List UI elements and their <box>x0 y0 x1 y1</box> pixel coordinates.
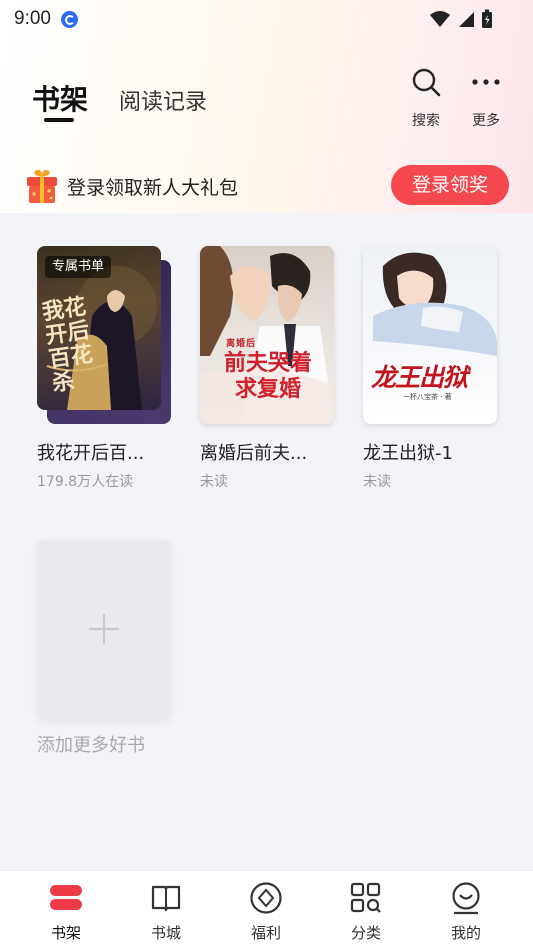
nav-label: 福利 <box>250 924 281 942</box>
nav-profile[interactable]: 我的 <box>426 881 506 943</box>
nav-label: 书架 <box>50 924 81 942</box>
book-title: 离婚后前夫... <box>200 443 308 464</box>
cover-author: 一杯八宝茶 · 著 <box>403 393 452 401</box>
search-label: 搜索 <box>412 113 440 129</box>
cover-top-text: 离婚后 <box>226 339 257 349</box>
promo-text: 登录领取新人大礼包 <box>67 177 239 199</box>
book-title: 龙王出狱-1 <box>363 443 453 464</box>
login-promo-bar[interactable]: 登录领取新人大礼包 登录领奖 <box>0 160 533 212</box>
more-icon <box>470 66 502 98</box>
tab-reading-history[interactable]: 阅读记录 <box>119 84 207 116</box>
book-cover: 我花开后百花杀 专属书单 <box>37 246 171 424</box>
add-book-card[interactable] <box>37 540 171 718</box>
nav-bookstore[interactable]: 书城 <box>126 881 206 943</box>
exclusive-booklist-tag: 专属书单 <box>45 256 112 278</box>
book-item[interactable]: 龙王出狱 一杯八宝茶 · 著 龙王出狱-1 未读 <box>363 246 497 491</box>
book-cover-image: 离婚后 前夫哭着求复婚 <box>200 246 334 424</box>
search-button[interactable]: 搜索 <box>402 66 450 132</box>
nav-welfare[interactable]: 福利 <box>226 881 306 943</box>
add-book-label[interactable]: 添加更多好书 <box>37 731 145 757</box>
book-item[interactable]: 我花开后百花杀 专属书单 我花开后百... 179.8万人在读 <box>37 246 171 491</box>
welfare-icon <box>249 881 283 915</box>
wifi-icon <box>430 11 450 27</box>
app-notification-icon <box>60 10 78 28</box>
book-open-icon <box>149 881 183 915</box>
status-time: 9:00 <box>14 8 51 29</box>
book-read-status: 未读 <box>200 474 228 490</box>
bottom-navigation: 书架 书城 福利 分类 我的 <box>0 870 533 948</box>
book-title: 我花开后百... <box>37 443 145 464</box>
book-read-status: 未读 <box>363 474 391 490</box>
book-cover-image: 龙王出狱 一杯八宝茶 · 著 <box>363 246 497 424</box>
status-icons <box>429 9 493 29</box>
nav-label: 分类 <box>350 924 381 942</box>
battery-icon <box>482 9 492 28</box>
plus-icon <box>89 614 119 644</box>
book-item[interactable]: 离婚后 前夫哭着求复婚 离婚后前夫... 未读 <box>200 246 334 491</box>
bookshelf-icon <box>49 881 83 915</box>
cover-title-art: 前夫哭着求复婚 <box>223 350 312 402</box>
signal-icon <box>459 12 474 27</box>
more-button[interactable]: 更多 <box>462 66 510 132</box>
profile-icon <box>449 881 483 915</box>
tab-bookshelf[interactable]: 书架 <box>32 78 88 118</box>
nav-category[interactable]: 分类 <box>326 881 406 943</box>
login-reward-button[interactable]: 登录领奖 <box>391 165 509 205</box>
tab-active-indicator <box>44 118 74 122</box>
nav-label: 书城 <box>150 924 181 942</box>
cover-title-art: 龙王出狱 <box>371 363 468 392</box>
gift-icon <box>27 169 57 203</box>
search-icon <box>410 66 442 98</box>
more-label: 更多 <box>472 113 500 129</box>
category-icon <box>349 881 383 915</box>
nav-label: 我的 <box>450 924 481 942</box>
nav-bookshelf[interactable]: 书架 <box>26 881 106 943</box>
book-readers: 179.8万人在读 <box>37 474 134 490</box>
